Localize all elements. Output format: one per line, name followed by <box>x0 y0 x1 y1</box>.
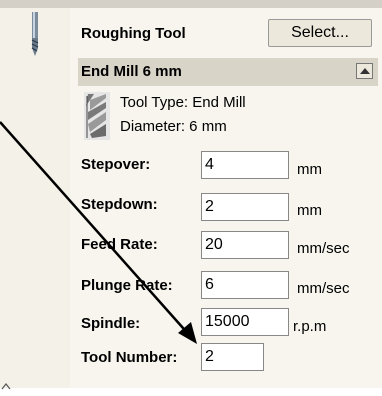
end-mill-icon <box>84 92 110 140</box>
scroll-up-icon <box>360 68 370 74</box>
collapse-caret-icon <box>0 378 14 390</box>
tool-type-text: Tool Type: End Mill <box>120 94 246 111</box>
plunge-rate-label: Plunge Rate: <box>81 277 173 294</box>
stepover-unit: mm <box>297 161 322 178</box>
tool-number-label: Tool Number: <box>81 349 178 366</box>
drill-bit-icon <box>31 12 39 56</box>
tool-name: End Mill 6 mm <box>81 63 182 80</box>
left-column <box>0 8 70 388</box>
spindle-input[interactable]: 15000 <box>201 308 289 336</box>
feed-rate-label: Feed Rate: <box>81 236 158 253</box>
roughing-tool-panel: Roughing Tool Select... End Mill 6 mm To… <box>0 0 382 390</box>
section-title: Roughing Tool <box>81 25 186 42</box>
tool-diameter-text: Diameter: 6 mm <box>120 118 227 135</box>
stepdown-input[interactable]: 2 <box>201 193 289 221</box>
stepover-label: Stepover: <box>81 156 151 173</box>
spindle-unit: r.p.m <box>293 318 327 335</box>
top-band <box>0 0 382 8</box>
select-tool-button[interactable]: Select... <box>268 19 372 47</box>
stepdown-label: Stepdown: <box>81 196 158 213</box>
plunge-rate-input[interactable]: 6 <box>201 271 289 299</box>
stepover-input[interactable]: 4 <box>201 151 289 179</box>
feed-rate-input[interactable]: 20 <box>201 231 289 259</box>
feed-rate-unit: mm/sec <box>297 240 350 257</box>
stepdown-unit: mm <box>297 202 322 219</box>
spindle-label: Spindle: <box>81 315 141 332</box>
scroll-up-button[interactable] <box>356 63 373 79</box>
plunge-rate-unit: mm/sec <box>297 280 350 297</box>
tool-number-input[interactable]: 2 <box>201 343 264 371</box>
